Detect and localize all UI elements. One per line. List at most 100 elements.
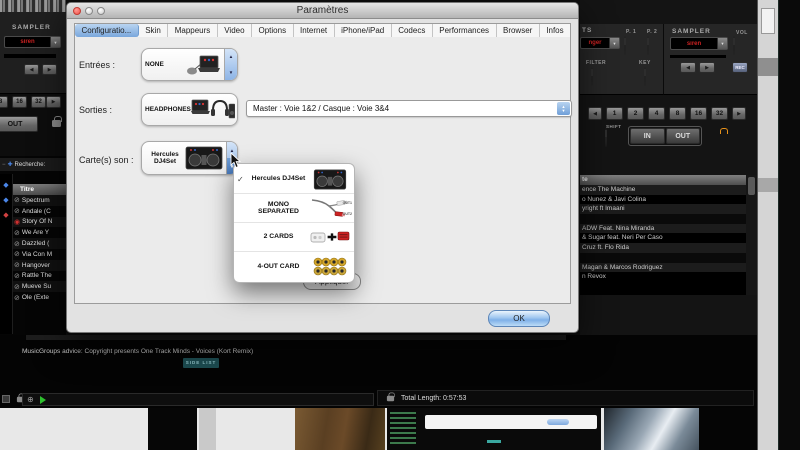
dialog-titlebar[interactable]: Paramètres — [67, 3, 578, 19]
artist-row[interactable] — [580, 214, 746, 224]
menu-item-4-out-card[interactable]: ✓ 4-OUT CARD — [234, 252, 354, 281]
settings-tab[interactable]: Skin — [139, 24, 169, 37]
dj-controller-icon — [185, 146, 223, 170]
loop-4-button[interactable]: 4 — [648, 107, 665, 120]
outputs-control[interactable]: HEADPHONES — [141, 93, 238, 126]
routing-select[interactable]: Master : Voie 1&2 / Casque : Voie 3&4 ▲▼ — [246, 100, 572, 117]
loop-out-button[interactable]: OUT — [666, 128, 701, 144]
scrollbar-thumb[interactable] — [748, 177, 755, 195]
sampler-prev-button[interactable] — [24, 64, 39, 75]
artist-row[interactable]: n Revox — [580, 272, 746, 282]
collapse-button[interactable] — [2, 395, 10, 403]
shift-knob[interactable] — [605, 128, 607, 147]
vol-knob[interactable] — [733, 36, 735, 55]
track-title: Hangover — [22, 262, 50, 269]
track-row[interactable]: We Are Y — [13, 227, 66, 238]
track-status-icon — [14, 283, 20, 291]
track-status-icon — [14, 250, 20, 258]
chevron-down-icon[interactable] — [609, 38, 619, 48]
sampler-next-button[interactable] — [42, 64, 57, 75]
track-row[interactable]: Rattle The — [13, 271, 66, 282]
settings-tab[interactable]: iPhone/iPad — [335, 24, 392, 37]
artist-column-header[interactable]: te — [580, 175, 746, 185]
background-window-box — [761, 8, 775, 34]
track-row[interactable]: Andale (C — [13, 206, 66, 217]
track-row[interactable]: Hangover — [13, 260, 66, 271]
filter-knob[interactable] — [591, 67, 593, 86]
ok-button[interactable]: OK — [488, 310, 550, 327]
loop-1-button[interactable]: 1 — [606, 107, 623, 120]
track-row[interactable]: Ole (Exte — [13, 292, 66, 303]
track-status-icon — [14, 272, 20, 280]
title-column-header[interactable]: Titre — [13, 184, 66, 195]
lock-icon[interactable] — [52, 120, 61, 127]
loop-shift-right-button[interactable] — [46, 96, 61, 108]
loop-32-button[interactable]: 32 — [711, 107, 728, 120]
inputs-stepper[interactable] — [224, 49, 237, 80]
p1-knob[interactable] — [624, 36, 626, 55]
left-sampler-select[interactable]: siren — [4, 36, 61, 48]
sparkle-icon: ✚ — [8, 161, 13, 168]
minus-icon[interactable]: − — [2, 162, 6, 168]
p2-knob[interactable] — [647, 36, 649, 55]
soundcard-value: Hercules DJ4Set — [145, 151, 185, 165]
playlist-icon[interactable]: ◆ — [0, 196, 12, 204]
settings-tab[interactable]: Codecs — [392, 24, 433, 37]
left-loop-out-button[interactable]: OUT — [0, 116, 38, 132]
artist-row[interactable]: yright ft Imaani — [580, 204, 746, 214]
chevron-down-icon[interactable] — [50, 37, 60, 47]
settings-tab[interactable]: Performances — [433, 24, 497, 37]
track-row[interactable]: Via Con M — [13, 249, 66, 260]
inputs-control[interactable]: NONE — [141, 48, 238, 81]
loop-in-button[interactable]: IN — [630, 128, 665, 144]
loop-8-button[interactable]: 8 — [669, 107, 686, 120]
settings-tab[interactable]: Mappeurs — [168, 24, 218, 37]
track-row[interactable]: Mueve Su — [13, 281, 66, 292]
track-rows: Spectrum Andale (C Story Of N We Are Y D… — [13, 195, 66, 303]
artist-row[interactable]: Cruz ft. Flo Rida — [580, 243, 746, 253]
artist-row[interactable]: ADW Feat. Nina Miranda — [580, 224, 746, 234]
chevron-down-icon[interactable] — [717, 38, 727, 49]
sampler-next-button[interactable] — [699, 62, 715, 73]
list-scrollbar[interactable] — [746, 175, 757, 295]
loop-length-button[interactable]: 8 — [0, 96, 8, 108]
effect-select[interactable]: nger — [580, 37, 620, 49]
play-icon[interactable] — [40, 396, 46, 404]
track-row[interactable]: Story Of N — [13, 217, 66, 228]
artist-row[interactable]: o Nunez & Javi Colina — [580, 195, 746, 205]
loop-16-button[interactable]: 16 — [690, 107, 707, 120]
settings-tab[interactable]: Video — [218, 24, 252, 37]
sampler-select[interactable]: siren — [670, 37, 728, 50]
key-knob[interactable] — [644, 67, 646, 86]
artist-row[interactable]: ence The Machine — [580, 185, 746, 195]
loop-length-button[interactable]: 32 — [31, 96, 46, 108]
artist-row[interactable] — [580, 253, 746, 263]
settings-tab[interactable]: Infos — [540, 24, 570, 37]
search-bar[interactable]: − ✚ Recherche: — [0, 158, 66, 171]
side-list-button[interactable]: SIDE LIST — [183, 358, 219, 368]
globe-icon[interactable]: ⊕ — [27, 395, 34, 404]
artist-row[interactable]: & Sugar feat. Neri Per Caso — [580, 233, 746, 243]
artist-row[interactable]: Magan & Marcos Rodriguez — [580, 263, 746, 273]
playlist-icon[interactable]: ◆ — [0, 211, 12, 219]
menu-item-mono-separated[interactable]: ✓ MONO SEPARATED OUT1 OUT2 — [234, 194, 354, 223]
rec-button[interactable]: REC — [732, 62, 748, 73]
loop-double-button[interactable] — [732, 107, 746, 120]
settings-tab[interactable]: Internet — [294, 24, 335, 37]
track-title: We Are Y — [22, 229, 49, 236]
sampler-prev-button[interactable] — [680, 62, 696, 73]
loop-half-button[interactable] — [588, 107, 602, 120]
track-row[interactable]: Spectrum — [13, 195, 66, 206]
loop-length-button[interactable]: 16 — [12, 96, 27, 108]
settings-tab[interactable]: Options — [252, 24, 294, 37]
soundcard-control[interactable]: Hercules DJ4Set — [141, 141, 238, 175]
settings-tab[interactable]: Browser — [497, 24, 540, 37]
loop-2-button[interactable]: 2 — [627, 107, 644, 120]
left-sampler-panel: SAMPLER siren — [0, 12, 66, 94]
menu-item-hercules[interactable]: ✓ Hercules DJ4Set — [234, 165, 354, 194]
track-row[interactable]: Dazzled ( — [13, 238, 66, 249]
soundcard-menu: ✓ Hercules DJ4Set ✓ MONO SEPARATED — [233, 163, 355, 283]
menu-item-2-cards[interactable]: ✓ 2 CARDS — [234, 223, 354, 252]
playlist-icon[interactable]: ◆ — [0, 181, 12, 189]
settings-tab[interactable]: Configuratio... — [75, 24, 139, 37]
